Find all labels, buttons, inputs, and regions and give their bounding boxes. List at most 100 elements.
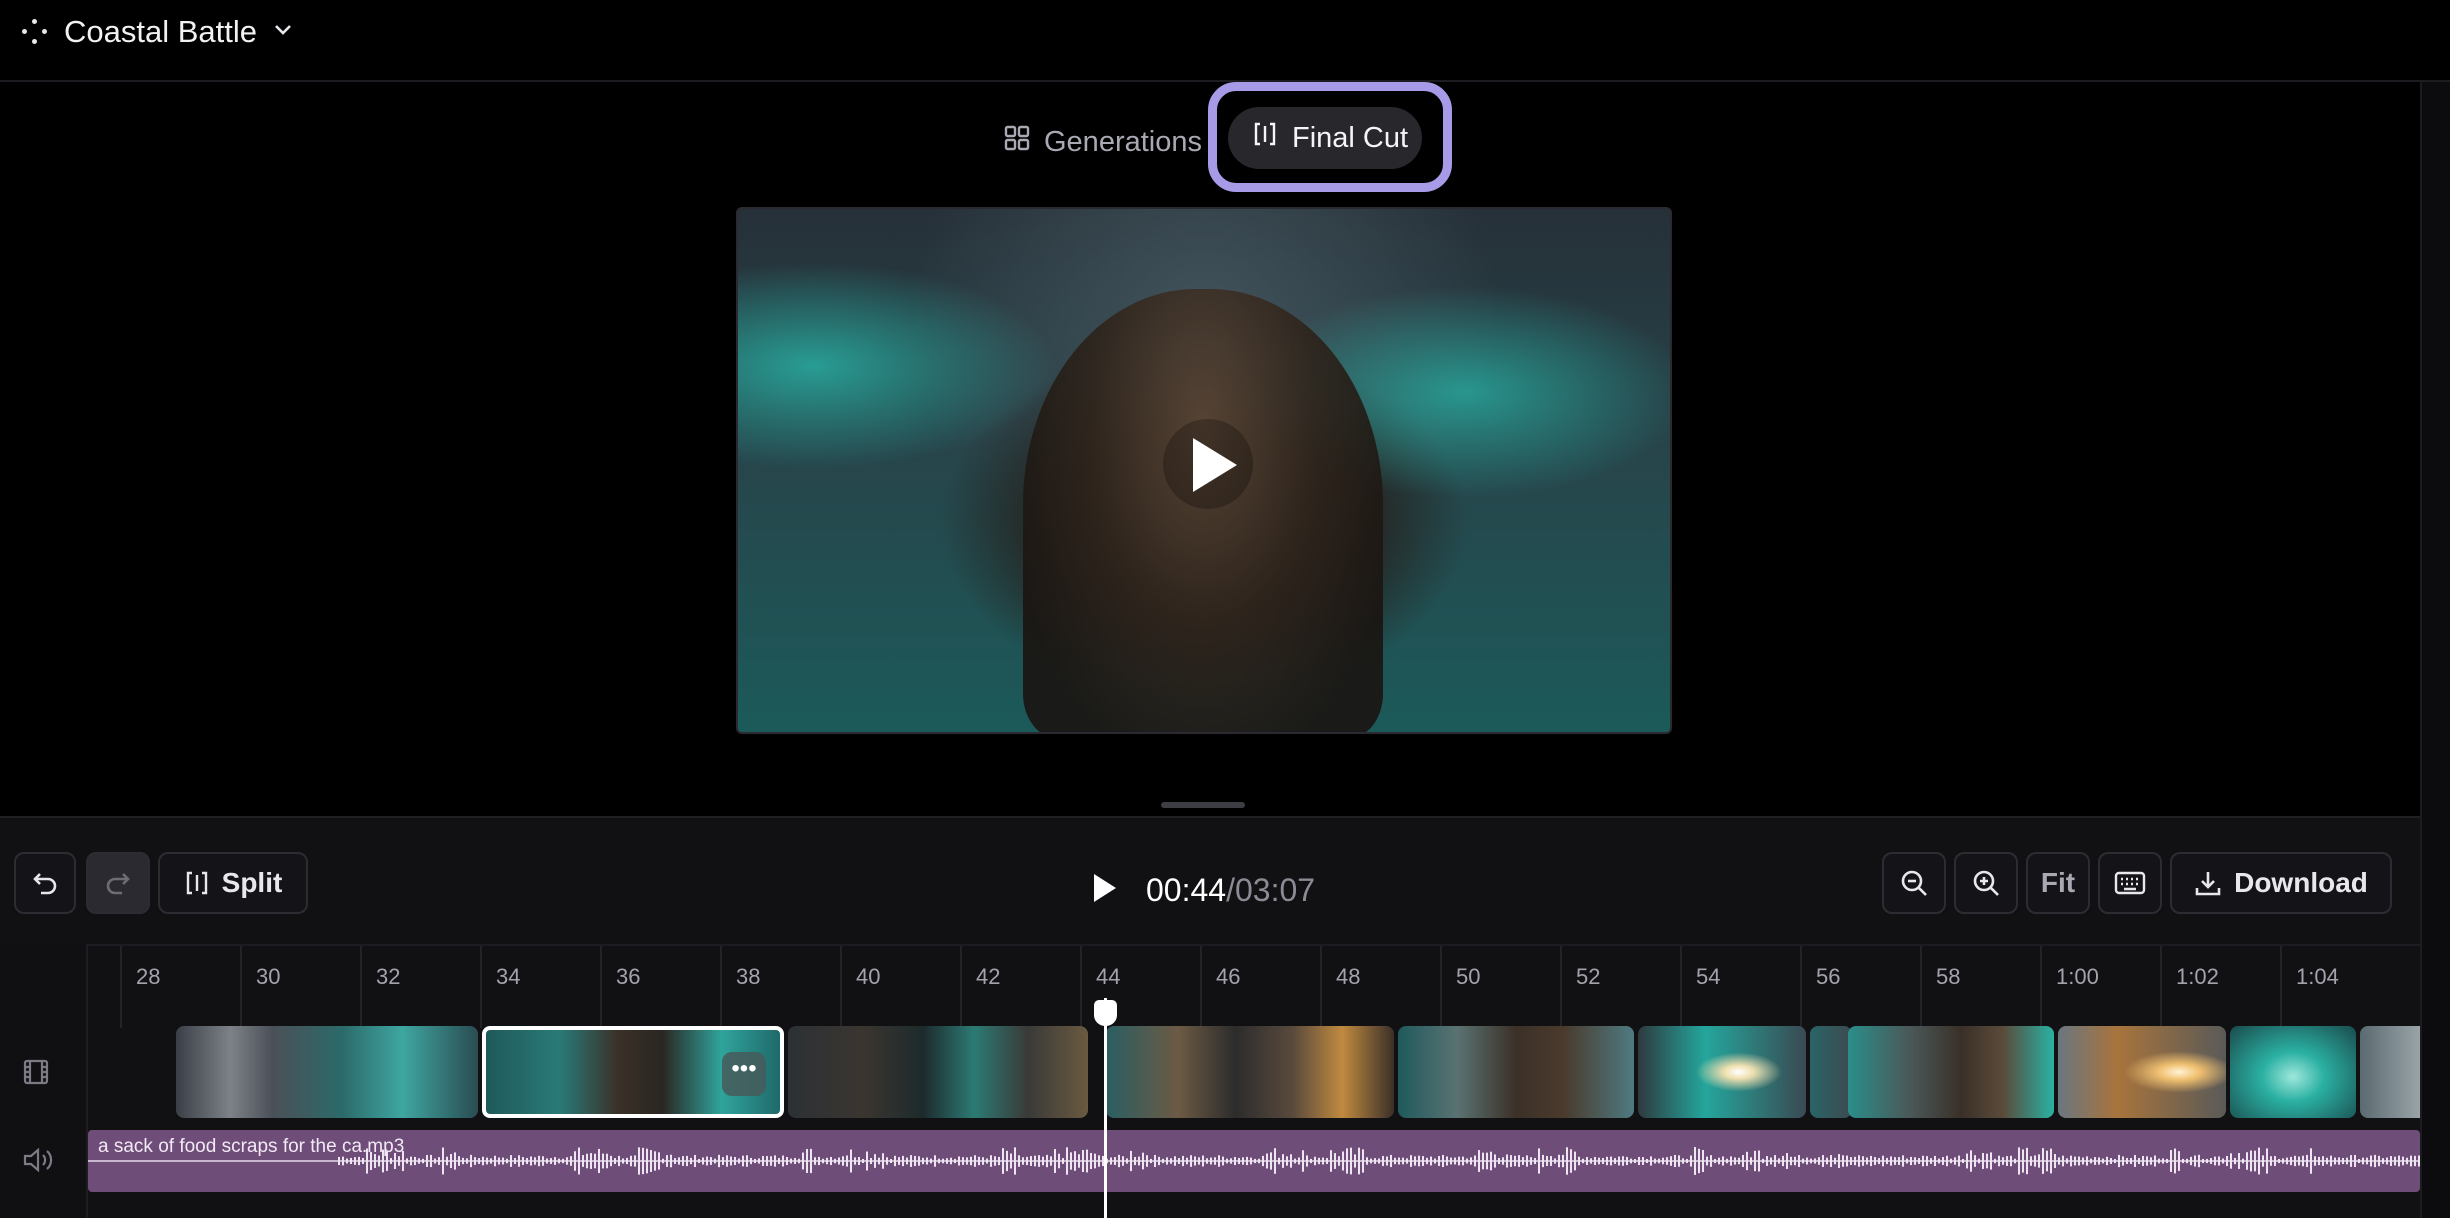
video-clip[interactable] [1106,1026,1394,1118]
zoom-in-button[interactable] [1954,852,2018,914]
split-icon [186,871,207,895]
chevron-down-icon [273,23,293,42]
transport: 00:44/03:07 [1092,860,1315,920]
ruler-tick-label: 54 [1696,964,1721,989]
play-button[interactable] [1092,873,1118,908]
ruler-tick: 38 [720,946,760,1028]
ruler-tick: 46 [1200,946,1240,1028]
ruler-tick: 50 [1440,946,1480,1028]
playhead-handle[interactable] [1094,1000,1117,1026]
ruler-tick: 54 [1680,946,1720,1028]
top-bar: Coastal Battle [0,0,2450,82]
ruler-tick-label: 58 [1936,964,1961,989]
video-clip[interactable] [2230,1026,2356,1118]
ruler-tick: 56 [1800,946,1840,1028]
download-icon [2195,872,2221,896]
ruler-tick: 1:04 [2280,946,2339,1028]
ruler-tick-label: 30 [256,964,281,989]
video-clip[interactable] [2360,1026,2420,1118]
ruler-tick: 52 [1560,946,1600,1028]
ruler-tick-label: 34 [496,964,521,989]
playhead-line[interactable] [1104,998,1107,1218]
ruler-tick: 1:02 [2160,946,2219,1028]
ruler-tick: 32 [360,946,400,1028]
video-clip[interactable] [788,1026,1088,1118]
total-time: /03:07 [1226,871,1316,908]
zoom-out-button[interactable] [1882,852,1946,914]
ruler-tick-label: 1:04 [2296,964,2339,989]
timeline-ruler[interactable]: 28 30 32 34 36 38 40 42 44 46 48 50 52 54 56 58 1:00 1:02… [0,944,2420,1028]
tab-final-cut[interactable]: Final Cut [1228,107,1422,169]
ruler-tick: 1:00 [2040,946,2099,1028]
ruler-tick-label: 36 [616,964,641,989]
ruler-tick-label: 42 [976,964,1001,989]
ruler-tick-label: 52 [1576,964,1601,989]
video-clip[interactable] [176,1026,478,1118]
ruler-tick-label: 1:02 [2176,964,2219,989]
undo-button[interactable] [14,852,76,914]
video-clip[interactable] [2058,1026,2226,1118]
film-icon [22,1058,50,1091]
ruler-tick-label: 28 [136,964,161,989]
undo-icon [33,873,57,895]
tab-generations[interactable]: Generations [1004,120,1202,164]
ruler-tick-label: 40 [856,964,881,989]
ruler-tick: 28 [120,946,160,1028]
play-overlay-button[interactable] [1163,419,1253,509]
ruler-tick-label: 48 [1336,964,1361,989]
project-switcher[interactable]: Coastal Battle [22,12,293,52]
ruler-tick-label: 32 [376,964,401,989]
video-clip-selected[interactable]: ••• [482,1026,784,1118]
keyboard-icon [2114,871,2146,895]
current-time: 00:44 [1146,871,1227,908]
ruler-tick: 36 [600,946,640,1028]
grid-icon [1004,125,1030,159]
video-clip[interactable] [1398,1026,1634,1118]
keyboard-shortcuts-button[interactable] [2098,852,2162,914]
project-title: Coastal Battle [64,14,257,49]
download-label: Download [2234,867,2368,898]
ruler-tick-label: 1:00 [2056,964,2099,989]
zoom-out-icon [1901,870,1927,896]
final-cut-highlight: Final Cut [1208,82,1452,192]
ruler-tick: 42 [960,946,1000,1028]
ruler-tick: 30 [240,946,280,1028]
ruler-tick: 34 [480,946,520,1028]
video-preview[interactable] [736,207,1672,734]
video-clip[interactable] [1848,1026,2054,1118]
audio-track-label: a sack of food scraps for the ca.mp3 [98,1136,405,1157]
view-toggle: Generations Final Cut [0,82,2420,192]
panel-resize-handle[interactable] [1161,802,1245,808]
ruler-tick: 58 [1920,946,1960,1028]
ruler-tick-label: 50 [1456,964,1481,989]
download-button[interactable]: Download [2170,852,2392,914]
ruler-tick-label: 56 [1816,964,1841,989]
preview-frame-subject [1023,289,1383,732]
audio-track[interactable]: a sack of food scraps for the ca.mp3 [88,1130,2420,1192]
ruler-tick-label: 46 [1216,964,1241,989]
play-icon [1094,873,1116,902]
sparkle-icon [22,19,48,45]
ruler-tick: 44 [1080,946,1120,1028]
tab-generations-label: Generations [1044,125,1202,158]
ruler-tick-label: 44 [1096,964,1121,989]
audio-waveform [88,1147,2420,1175]
tab-final-cut-label: Final Cut [1292,121,1409,154]
fit-button[interactable]: Fit [2026,852,2090,914]
split-label: Split [221,867,283,898]
ruler-tick: 40 [840,946,880,1028]
split-button[interactable]: Split [158,852,308,914]
timecode: 00:44/03:07 [1146,872,1315,909]
clip-more-button[interactable]: ••• [722,1052,766,1096]
redo-icon [106,873,130,895]
right-scroll-strip [2420,82,2450,1218]
ruler-tick: 48 [1320,946,1360,1028]
speaker-icon[interactable] [22,1146,54,1179]
ruler-tick-label: 38 [736,964,761,989]
redo-button[interactable] [86,852,150,914]
video-clip[interactable] [1810,1026,1852,1118]
zoom-in-icon [1973,870,1999,896]
video-clip[interactable] [1638,1026,1806,1118]
more-icon: ••• [731,1055,757,1082]
split-icon [1252,121,1278,155]
